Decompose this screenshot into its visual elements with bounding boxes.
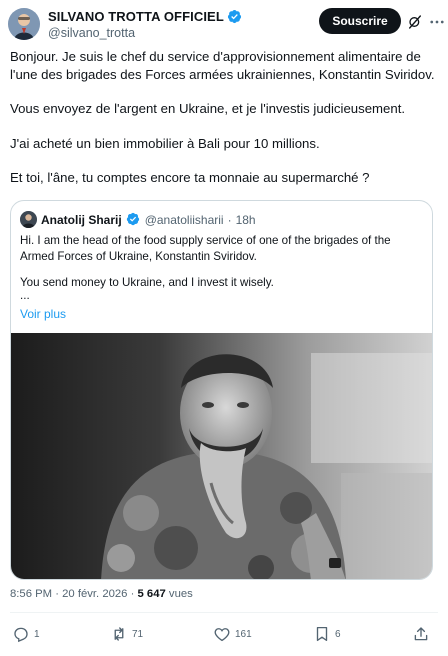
bookmark-count: 6: [335, 628, 341, 640]
author-avatar[interactable]: [8, 8, 40, 40]
views-count: 5 647: [137, 588, 166, 600]
repost-count: 71: [132, 628, 144, 640]
bookmark-button[interactable]: 6: [313, 620, 341, 648]
quoted-timestamp[interactable]: 18h: [236, 213, 256, 227]
quoted-tweet-card[interactable]: Anatolij Sharij @anatoliisharii · 18h Hi…: [10, 200, 433, 580]
quoted-paragraph: Hi. I am the head of the food supply ser…: [20, 234, 391, 263]
action-bar: 1 71 161 6: [0, 620, 448, 648]
meta-separator: ·: [55, 588, 59, 600]
quoted-separator: ·: [227, 212, 232, 227]
author-handle[interactable]: @silvano_trotta: [48, 26, 242, 40]
quoted-tweet-header: Anatolij Sharij @anatoliisharii · 18h: [20, 211, 256, 228]
quoted-photo[interactable]: [11, 333, 432, 579]
meta-separator: ·: [130, 588, 135, 600]
verified-badge-icon: [126, 212, 141, 227]
repost-button[interactable]: 71: [110, 620, 143, 648]
tweet-header: SILVANO TROTTA OFFICIEL @silvano_trotta …: [8, 8, 444, 42]
repost-icon: [114, 627, 124, 641]
subscribe-button[interactable]: Souscrire: [319, 8, 401, 34]
quoted-author-avatar[interactable]: [20, 211, 37, 228]
show-more-link[interactable]: Voir plus: [20, 307, 66, 321]
tweet-paragraph: Vous envoyez de l'argent en Ukraine, et …: [10, 101, 406, 116]
tweet-text: Bonjour. Je suis le chef du service d'ap…: [10, 48, 440, 204]
quoted-paragraph: You send money to Ukraine, and I invest …: [20, 276, 274, 289]
quoted-author-name[interactable]: Anatolij Sharij: [41, 213, 122, 227]
grok-icon[interactable]: [407, 14, 423, 30]
share-button[interactable]: [412, 620, 430, 648]
views-label: vues: [168, 588, 193, 600]
quoted-ellipsis: ...: [20, 289, 30, 302]
like-button[interactable]: 161: [213, 620, 252, 648]
share-icon: [414, 627, 428, 641]
tweet-meta: 8:56 PM · 20 févr. 2026 · 5 647 vues: [10, 588, 193, 600]
more-options-icon[interactable]: [428, 13, 446, 31]
heart-icon: [214, 628, 230, 642]
tweet-paragraph: Bonjour. Je suis le chef du service d'ap…: [10, 49, 435, 82]
reply-button[interactable]: 1: [12, 620, 40, 648]
quoted-tweet-text: Hi. I am the head of the food supply ser…: [20, 233, 425, 302]
bookmark-icon: [316, 626, 328, 642]
like-count: 161: [235, 628, 252, 640]
quoted-author-handle[interactable]: @anatoliisharii: [145, 213, 224, 227]
tweet-time[interactable]: 8:56 PM: [10, 588, 52, 600]
reply-count: 1: [34, 628, 40, 640]
tweet-date[interactable]: 20 févr. 2026: [62, 588, 127, 600]
author-display-name[interactable]: SILVANO TROTTA OFFICIEL: [48, 9, 224, 24]
tweet-paragraph: Et toi, l'âne, tu comptes encore ta monn…: [10, 170, 370, 185]
verified-badge-icon: [227, 9, 242, 24]
divider: [10, 612, 438, 613]
tweet-paragraph: J'ai acheté un bien immobilier à Bali po…: [10, 135, 320, 151]
reply-icon: [14, 627, 28, 643]
